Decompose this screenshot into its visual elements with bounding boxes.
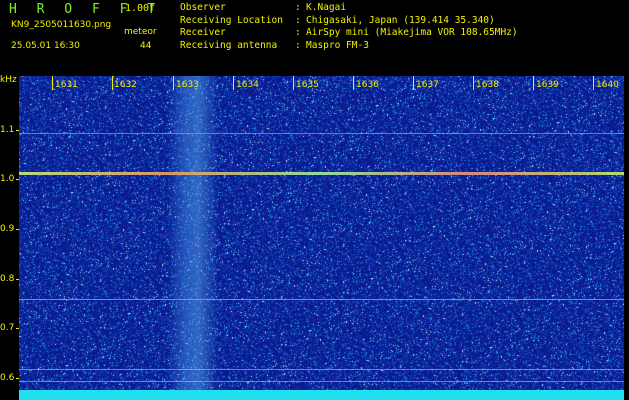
carrier-line-lower (19, 299, 624, 300)
app-version: 1.00f (125, 3, 156, 14)
image-filename: KN9_2505011630.png (11, 20, 112, 30)
frequency-tick-label: 1.0 (0, 174, 15, 184)
time-tick-mark (112, 76, 113, 90)
info-value: Maspro FM-3 (306, 39, 369, 51)
time-tick-mark (293, 76, 294, 90)
header-panel: H R O F F T 1.00f KN9_2505011630.png met… (0, 0, 629, 76)
time-tick-label: 1638 (476, 80, 499, 90)
level-bar (19, 390, 624, 400)
carrier-line-main (19, 172, 624, 175)
info-value: K.Nagai (306, 2, 347, 13)
station-name: meteor (124, 27, 157, 37)
info-label: Receiving antenna (180, 39, 278, 51)
info-separator: : (295, 27, 301, 38)
time-tick-mark (413, 76, 414, 90)
capture-datetime: 25.05.01 16:30 (11, 41, 80, 51)
frequency-tick-label: 0.6 (0, 373, 15, 383)
time-tick-mark (52, 76, 53, 90)
info-label: Receiver (180, 27, 226, 38)
time-tick-label: 1632 (114, 80, 137, 90)
frequency-unit-label: kHz (0, 75, 17, 85)
time-tick-label: 1640 (596, 80, 619, 90)
time-tick-mark (473, 76, 474, 90)
interference-band (167, 76, 219, 400)
time-tick-label: 1633 (176, 80, 199, 90)
time-tick-label: 1635 (296, 80, 319, 90)
carrier-line-upper (19, 133, 624, 134)
plot-right-edge (624, 76, 629, 400)
frequency-tick-label: 0.8 (0, 274, 15, 284)
time-tick-label: 1636 (356, 80, 379, 90)
info-label: Observer (180, 2, 226, 13)
frequency-tick-label: 1.1 (0, 125, 15, 135)
info-separator: : (295, 2, 301, 13)
info-value: Chigasaki, Japan (139.414 35.340) (306, 14, 495, 26)
spectrogram-noise (19, 76, 624, 400)
time-tick-label: 1634 (236, 80, 259, 90)
info-separator: : (295, 14, 301, 26)
info-value: AirSpy mini (Miakejima VOR 108.65MHz) (306, 27, 518, 38)
time-tick-mark (593, 76, 594, 90)
reference-line (19, 369, 624, 370)
time-tick-mark (233, 76, 234, 90)
time-tick-mark (533, 76, 534, 90)
time-tick-mark (353, 76, 354, 90)
time-tick-mark (173, 76, 174, 90)
frequency-tick-label: 0.7 (0, 323, 15, 333)
info-label: Receiving Location (180, 14, 283, 26)
time-tick-label: 1637 (416, 80, 439, 90)
reference-line (19, 381, 624, 382)
time-axis: 1631 1632 1633 1634 1635 1636 1637 1638 … (19, 76, 624, 96)
spectrogram-waterfall (19, 76, 624, 400)
echo-count: 44 (140, 41, 152, 51)
time-tick-label: 1639 (536, 80, 559, 90)
time-tick-label: 1631 (55, 80, 78, 90)
info-separator: : (295, 39, 301, 51)
frequency-tick-label: 0.9 (0, 224, 15, 234)
